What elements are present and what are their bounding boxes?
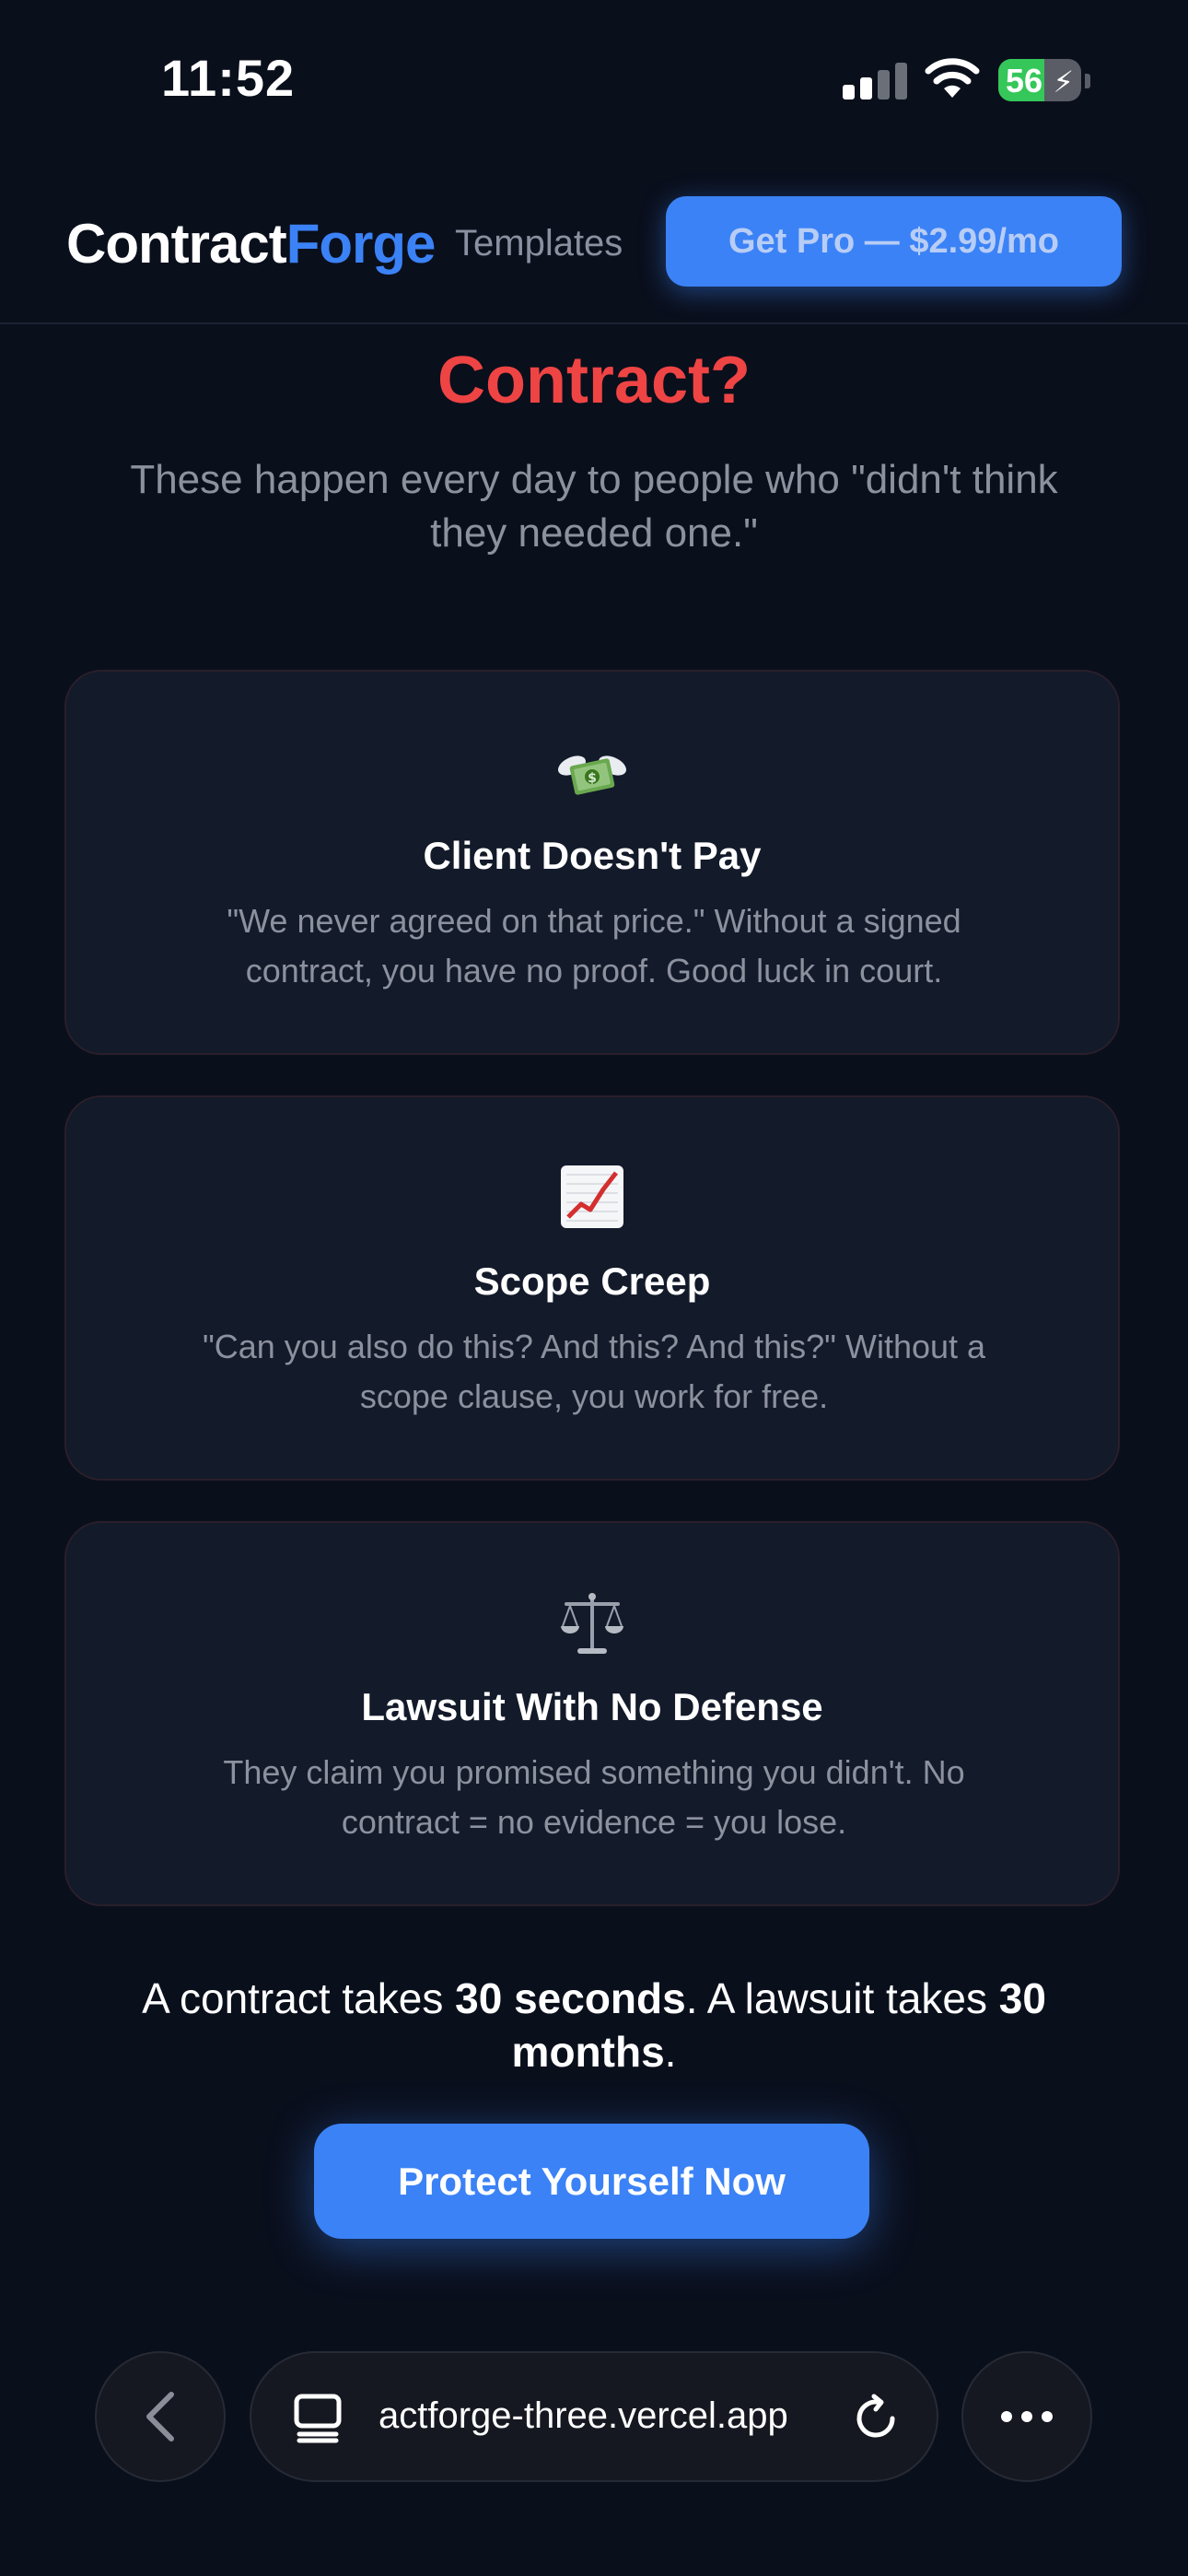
more-dot [1021,2411,1032,2422]
more-dot [1001,2411,1012,2422]
card-description: They claim you promised something you di… [223,1753,965,1841]
get-pro-button[interactable]: Get Pro — $2.99/mo [666,196,1122,287]
risk-card-lawsuit-no-defense: Lawsuit With No Defense They claim you p… [64,1521,1120,1906]
browser-back-button[interactable] [95,2351,226,2482]
wifi-icon [925,58,980,98]
more-dot [1042,2411,1053,2422]
site-header: ContractForge Templates Get Pro — $2.99/… [0,157,1188,324]
comparison-part3: . [664,2028,677,2076]
comparison-part2: . A lawsuit takes [685,1974,999,2022]
comparison-contract-time: 30 seconds [455,1974,686,2022]
risk-card-client-doesnt-pay: $ Client Doesn't Pay "We never agreed on… [64,670,1120,1055]
status-time: 11:52 [161,49,296,107]
chart-increasing-icon [66,1164,1118,1237]
card-title: Client Doesn't Pay [423,834,762,877]
url-text: actforge-three.vercel.app [379,2395,788,2436]
card-description: "We never agreed on that price." Without… [227,902,961,989]
nav-templates-link[interactable]: Templates [455,223,623,264]
money-with-wings-icon: $ [66,738,1118,812]
battery-percent: 56 [1006,62,1043,100]
charging-bolt-icon: ⚡ [1053,65,1074,99]
svg-text:$: $ [588,771,597,786]
risk-card-scope-creep: Scope Creep "Can you also do this? And t… [64,1095,1120,1481]
comparison-part1: A contract takes [142,1974,456,2022]
card-description: "Can you also do this? And this? And thi… [202,1328,986,1415]
logo-text-forge: Forge [285,213,437,275]
card-title: Scope Creep [473,1259,711,1303]
protect-yourself-button[interactable]: Protect Yourself Now [314,2124,869,2239]
cellular-signal-icon [843,63,907,100]
battery-indicator: 56 ⚡ [998,59,1081,101]
status-bar: 11:52 56 ⚡ [0,0,1188,157]
page-menu-icon[interactable] [294,2394,342,2443]
balance-scale-icon [66,1589,1118,1663]
battery-cap [1085,74,1090,88]
browser-more-button[interactable] [961,2351,1092,2482]
reload-icon[interactable] [852,2394,902,2443]
card-title: Lawsuit With No Defense [361,1685,823,1728]
logo-text-contract: Contract [66,213,287,275]
page: Contract? These happen every day to peop… [0,0,1188,2576]
chevron-left-icon [146,2392,174,2441]
hero-subheading: These happen every day to people who "di… [130,457,1058,556]
time-comparison-text: A contract takes 30 seconds. A lawsuit t… [111,1972,1077,2078]
logo[interactable]: ContractForge [66,212,437,275]
browser-address-bar[interactable]: actforge-three.vercel.app [250,2351,938,2482]
